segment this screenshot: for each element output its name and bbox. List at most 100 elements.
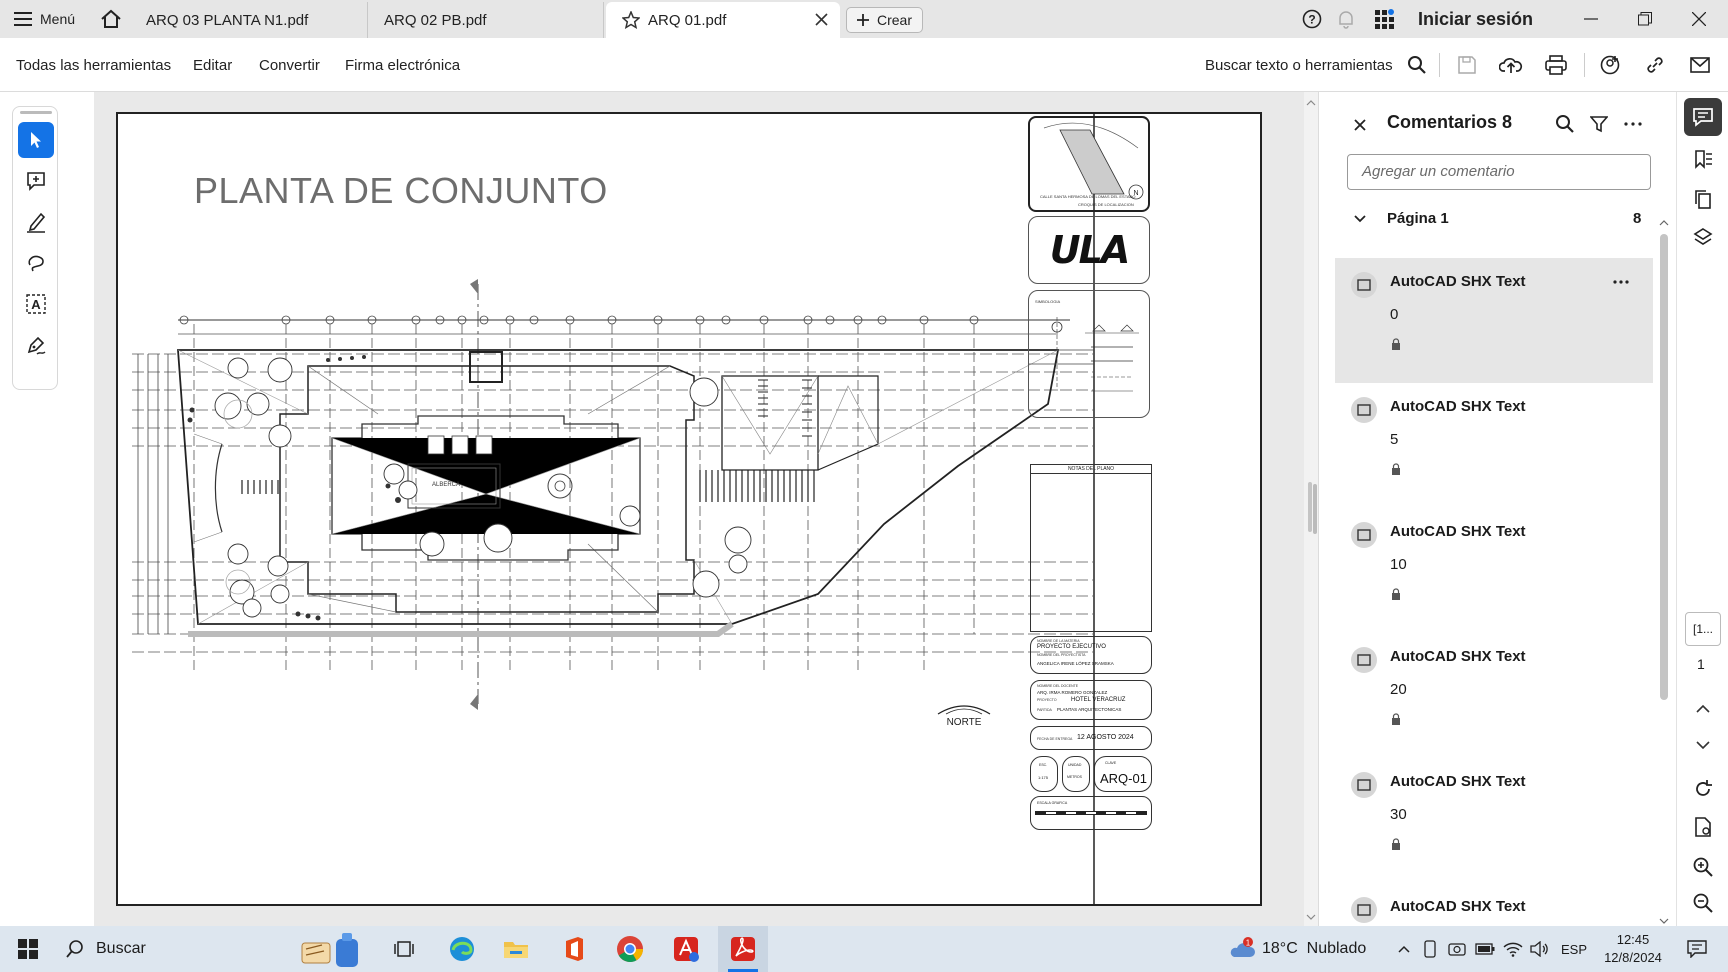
task-view-button[interactable] — [386, 926, 422, 972]
comments-scrollbar[interactable] — [1657, 218, 1671, 926]
highlight-tool[interactable] — [18, 204, 54, 240]
scroll-thumb[interactable] — [1660, 234, 1668, 700]
draw-tool[interactable] — [18, 245, 54, 281]
document-viewer[interactable]: ALBERCA NORTE PLANTA DE CONJUNTO N CALLE… — [94, 92, 1304, 926]
esign-menu[interactable]: Firma electrónica — [345, 38, 460, 92]
north-label: NORTE — [947, 717, 982, 728]
drag-handle[interactable] — [20, 111, 52, 114]
more-options-button[interactable] — [1621, 112, 1645, 136]
close-comments-button[interactable] — [1349, 114, 1371, 136]
create-button[interactable]: Crear — [846, 7, 924, 33]
tab-arq02[interactable]: ARQ 02 PB.pdf — [368, 2, 604, 38]
clock[interactable]: 12:45 12/8/2024 — [1598, 926, 1668, 972]
share-button[interactable] — [1598, 53, 1624, 77]
page-number-field[interactable]: [1... — [1685, 612, 1721, 646]
tab-arq03[interactable]: ARQ 03 PLANTA N1.pdf — [130, 2, 368, 38]
previous-page-button[interactable] — [1684, 690, 1722, 728]
panel-resize-handle[interactable] — [1313, 484, 1317, 534]
comment-item[interactable]: AutoCAD SHX Text 0 — [1335, 258, 1653, 383]
comment-author: AutoCAD SHX Text — [1390, 648, 1526, 665]
restore-button[interactable] — [1630, 0, 1660, 38]
more-dots-icon — [1624, 122, 1642, 126]
scroll-down-icon[interactable] — [1657, 916, 1671, 926]
volume-tray-icon[interactable] — [1528, 926, 1550, 972]
start-button[interactable] — [10, 926, 46, 972]
help-button[interactable]: ? — [1300, 0, 1324, 38]
comment-item[interactable]: AutoCAD SHX Text — [1335, 883, 1653, 926]
zoom-in-button[interactable] — [1684, 848, 1722, 886]
zoom-out-button[interactable] — [1684, 884, 1722, 922]
comment-item[interactable]: AutoCAD SHX Text 30 — [1335, 758, 1653, 883]
menu-button[interactable]: Menú — [14, 0, 75, 38]
home-button[interactable] — [98, 0, 124, 38]
all-tools-menu[interactable]: Todas las herramientas — [16, 38, 171, 92]
select-tool[interactable] — [18, 122, 54, 158]
comment-item[interactable]: AutoCAD SHX Text 20 — [1335, 633, 1653, 758]
link-button[interactable] — [1642, 53, 1668, 77]
close-window-button[interactable] — [1684, 0, 1714, 38]
sign-tool[interactable] — [18, 327, 54, 363]
device-tray-icon[interactable] — [1420, 926, 1440, 972]
show-hidden-icons[interactable] — [1394, 926, 1414, 972]
acrobat-alt-app[interactable] — [666, 926, 706, 972]
network-tray-icon[interactable] — [1502, 926, 1524, 972]
layers-button[interactable] — [1684, 218, 1722, 256]
signin-button[interactable]: Iniciar sesión — [1418, 0, 1533, 38]
scale-box: ESC. 1:175 — [1030, 756, 1058, 792]
chevron-up-icon — [1696, 704, 1710, 713]
save-button[interactable] — [1455, 53, 1479, 77]
comment-item[interactable]: AutoCAD SHX Text 5 — [1335, 383, 1653, 508]
file-explorer-app[interactable] — [498, 926, 534, 972]
notifications-button[interactable] — [1334, 0, 1358, 38]
comment-icon — [1693, 108, 1713, 127]
weather-widget[interactable]: 1 18°C Nublado — [1228, 926, 1378, 972]
help-icon: ? — [1302, 9, 1322, 29]
taskbar-search[interactable]: Buscar — [58, 926, 290, 972]
apps-button[interactable] — [1372, 0, 1396, 38]
acrobat-app-active[interactable] — [718, 926, 768, 972]
edge-app[interactable] — [444, 926, 480, 972]
scroll-down-icon[interactable] — [1304, 912, 1318, 922]
convert-menu[interactable]: Convertir — [259, 38, 320, 92]
rotate-button[interactable] — [1684, 770, 1722, 808]
close-tab-icon[interactable] — [815, 13, 828, 26]
page-group-header[interactable]: Página 1 8 — [1347, 208, 1651, 232]
edge-browser-icon — [450, 937, 474, 961]
email-button[interactable] — [1687, 53, 1713, 77]
search-comments-button[interactable] — [1553, 112, 1577, 136]
scroll-up-icon[interactable] — [1304, 98, 1318, 108]
notification-center-button[interactable] — [1682, 926, 1712, 972]
rotate-icon — [1696, 780, 1712, 796]
language-indicator[interactable]: ESP — [1560, 926, 1588, 972]
meet-tray-icon[interactable] — [1446, 926, 1468, 972]
minimize-button[interactable] — [1576, 0, 1606, 38]
lock-icon — [1391, 588, 1401, 600]
battery-tray-icon[interactable] — [1474, 926, 1496, 972]
add-comment-input[interactable]: Agregar un comentario — [1347, 154, 1651, 190]
edit-menu[interactable]: Editar — [193, 38, 232, 92]
text-box-tool[interactable]: A — [18, 286, 54, 322]
office-app[interactable] — [556, 926, 592, 972]
title-block: N CALLE SANTA HERMOSA DE LOMAS DEL ESTAD… — [1026, 114, 1156, 904]
chrome-app[interactable] — [610, 926, 650, 972]
unit-value: METROS — [1067, 775, 1082, 779]
next-page-button[interactable] — [1684, 726, 1722, 764]
search-tools-button[interactable]: Buscar texto o herramientas — [1205, 38, 1427, 92]
scroll-up-icon[interactable] — [1657, 218, 1671, 228]
search-tools-label: Buscar texto o herramientas — [1205, 56, 1393, 74]
pages-button[interactable] — [1684, 180, 1722, 218]
comment-item[interactable]: AutoCAD SHX Text 10 — [1335, 508, 1653, 633]
star-icon[interactable] — [622, 11, 640, 29]
bookmarks-button[interactable] — [1684, 140, 1722, 178]
pen-highlight-icon — [27, 212, 46, 233]
tab-arq01[interactable]: ARQ 01.pdf — [606, 2, 840, 38]
add-comment-tool[interactable] — [18, 163, 54, 199]
comments-panel-button[interactable] — [1684, 98, 1722, 136]
filter-comments-button[interactable] — [1587, 112, 1611, 136]
scroll-thumb[interactable] — [1308, 482, 1312, 532]
search-highlight-image[interactable] — [290, 926, 374, 972]
comment-more-icon[interactable] — [1613, 280, 1629, 284]
page-settings-button[interactable] — [1684, 808, 1722, 846]
print-button[interactable] — [1543, 53, 1569, 77]
upload-button[interactable] — [1498, 53, 1524, 77]
